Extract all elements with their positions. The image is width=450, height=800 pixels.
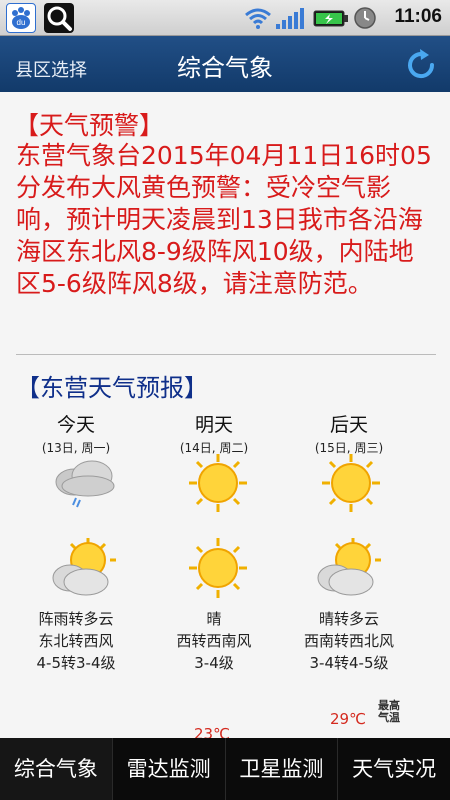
baidu-app-icon[interactable]: du	[6, 3, 36, 33]
high-temp-legend: 最高气温	[378, 699, 400, 724]
refresh-icon[interactable]	[404, 48, 438, 82]
page-title: 综合气象	[177, 54, 273, 82]
cloud-rain-icon	[50, 452, 120, 514]
content-area[interactable]: 【天气预警】 东营气象台2015年04月11日16时05分发布大风黄色预警：受冷…	[0, 92, 450, 738]
forecast-condition-after-tomorrow: 晴转多云 西南转西北风 3-4转4-5级	[284, 608, 414, 674]
condition-text: 晴	[206, 610, 222, 628]
sun-icon	[316, 452, 386, 514]
status-time: 11:06	[394, 6, 442, 27]
sun-cloud-icon	[48, 536, 118, 600]
tab-comprehensive[interactable]: 综合气象	[0, 738, 113, 800]
day-name: 明天	[194, 414, 233, 436]
signal-icon	[275, 6, 307, 34]
sun-cloud-icon	[313, 536, 383, 600]
battery-icon	[313, 6, 349, 34]
day-name: 后天	[329, 414, 368, 436]
warning-text: 东营气象台2015年04月11日16时05分发布大风黄色预警：受冷空气影响，预计…	[16, 141, 432, 298]
clock-icon	[353, 6, 377, 34]
forecast-heading: 【东营天气预报】	[16, 374, 208, 402]
tab-satellite[interactable]: 卫星监测	[226, 738, 339, 800]
wind-direction: 西转西南风	[176, 632, 252, 650]
condition-text: 晴转多云	[318, 610, 379, 628]
sun-icon	[183, 452, 253, 514]
wind-direction: 东北转西风	[38, 632, 114, 650]
forecast-condition-tomorrow: 晴 西转西南风 3-4级	[149, 608, 279, 674]
wind-level: 3-4转4-5级	[309, 654, 389, 672]
forecast-day-tomorrow: 明天 (14日, 周二)	[154, 410, 274, 456]
section-divider	[16, 354, 436, 355]
search-app-icon[interactable]	[44, 3, 74, 33]
tab-live-weather[interactable]: 天气实况	[338, 738, 450, 800]
forecast-day-after-tomorrow: 后天 (15日, 周三)	[289, 410, 409, 456]
title-bar: 县区选择 综合气象	[0, 36, 450, 92]
wind-direction: 西南转西北风	[303, 632, 394, 650]
wifi-icon	[244, 6, 272, 34]
day-name: 今天	[56, 414, 95, 436]
wind-level: 4-5转3-4级	[36, 654, 116, 672]
warning-heading: 【天气预警】	[14, 111, 165, 140]
temp-value-partial: 23℃	[194, 725, 230, 738]
tab-radar[interactable]: 雷达监测	[113, 738, 226, 800]
status-bar: du 11:06	[0, 0, 450, 36]
forecast-condition-today: 阵雨转多云 东北转西风 4-5转3-4级	[11, 608, 141, 674]
forecast-day-today: 今天 (13日, 周一)	[16, 410, 136, 456]
wind-level: 3-4级	[194, 654, 234, 672]
high-temp-value: 29℃	[330, 710, 366, 728]
bottom-nav: 综合气象 雷达监测 卫星监测 天气实况	[0, 738, 450, 800]
sun-icon	[183, 536, 253, 600]
condition-text: 阵雨转多云	[38, 610, 114, 628]
svg-text:du: du	[17, 18, 26, 27]
